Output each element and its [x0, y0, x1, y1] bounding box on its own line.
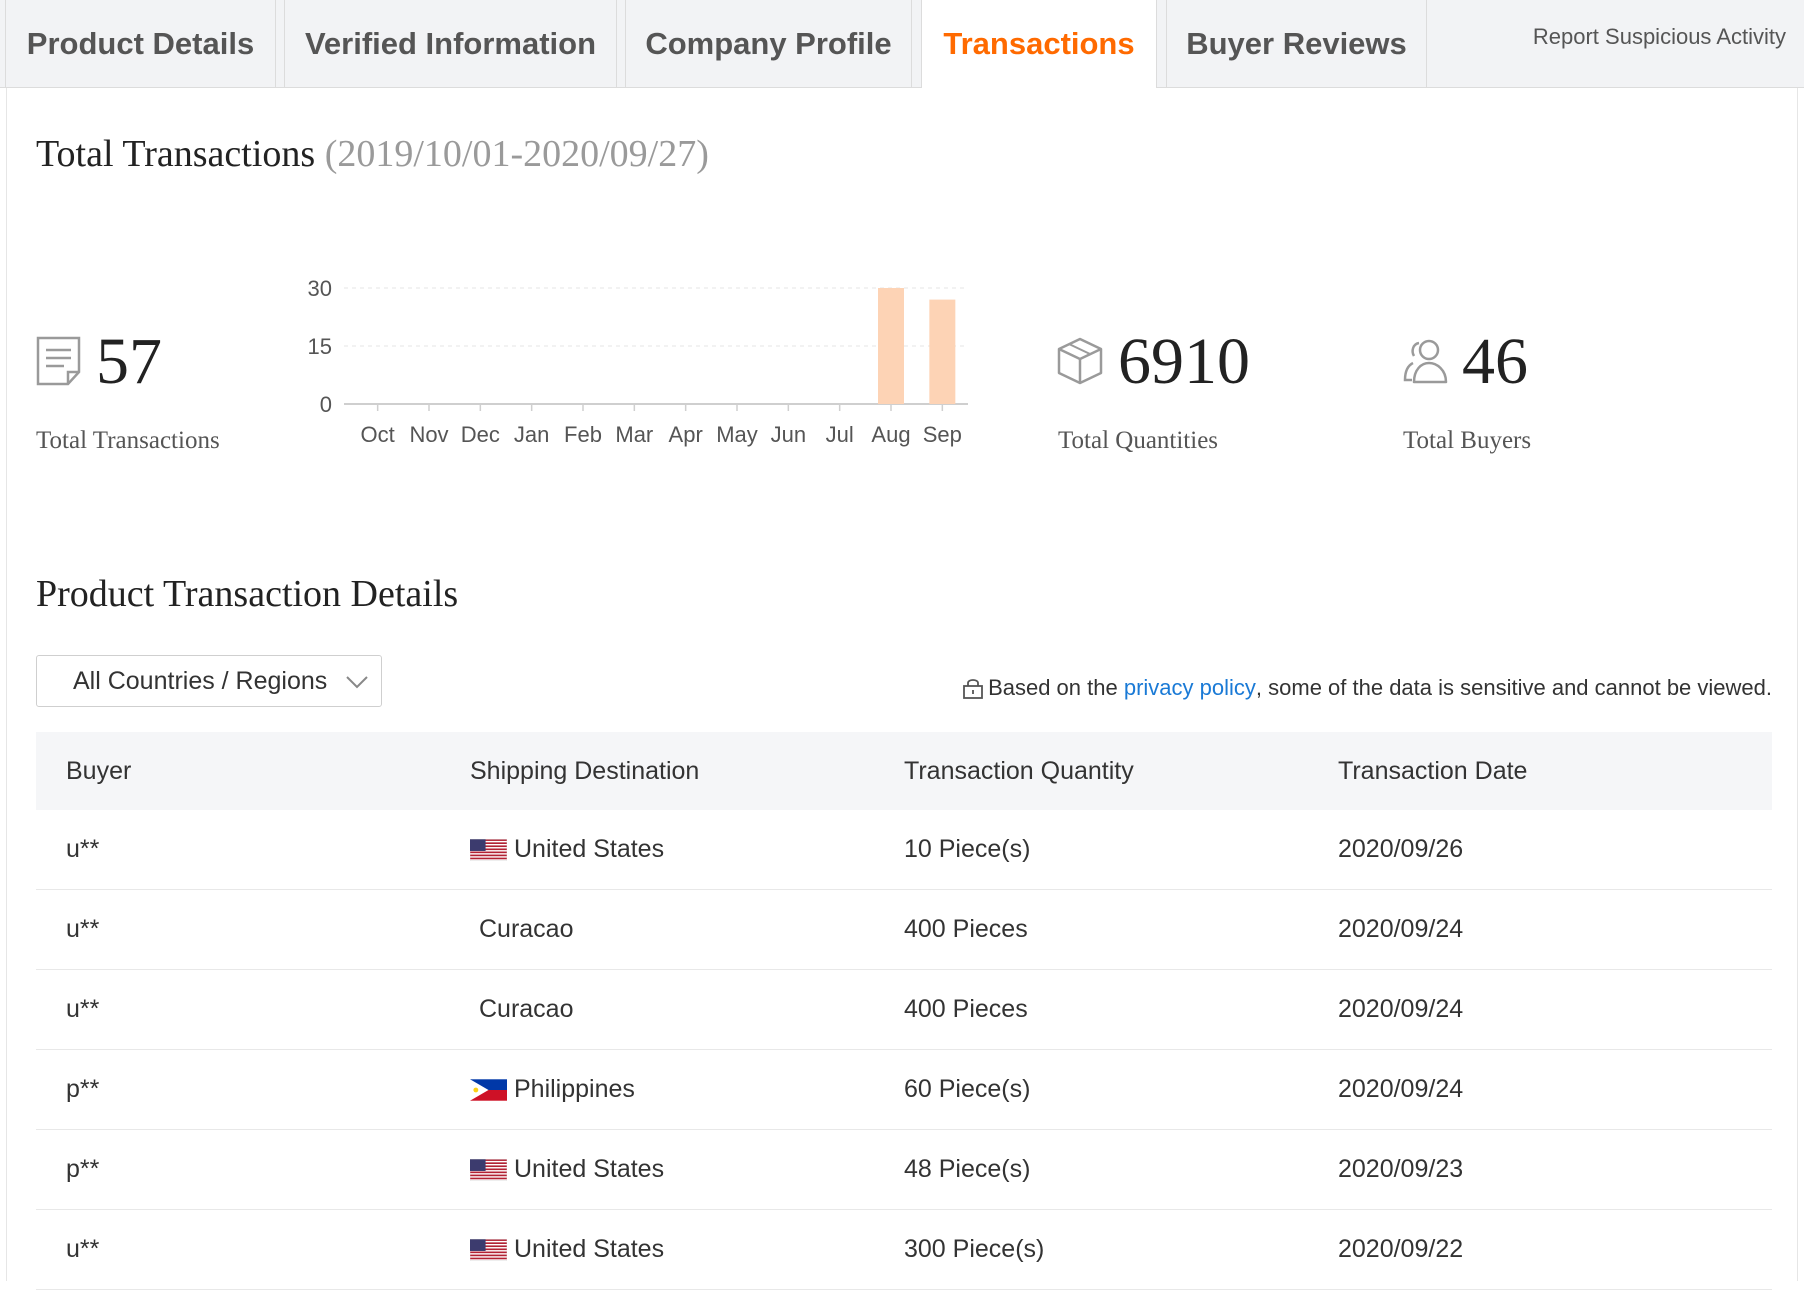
privacy-prefix: Based on the	[988, 675, 1118, 700]
country-region-filter[interactable]: All Countries / Regions	[36, 655, 382, 707]
table-header: Buyer Shipping Destination Transaction Q…	[36, 732, 1772, 810]
buyer-cell: u**	[66, 995, 100, 1023]
us-flag-icon	[470, 838, 507, 861]
chevron-down-icon	[346, 676, 368, 689]
buyer-cell: p**	[66, 1155, 100, 1183]
date-cell: 2020/09/24	[1338, 915, 1464, 943]
date-cell: 2020/09/23	[1338, 1155, 1464, 1183]
x-tick-label: Sep	[923, 422, 962, 447]
total-buyers-value: 46	[1462, 325, 1528, 398]
destination-cell: United States	[470, 1235, 904, 1264]
y-tick-label: 30	[308, 276, 332, 301]
total-transactions-value: 57	[96, 325, 162, 398]
y-tick-label: 0	[320, 392, 332, 417]
date-cell: 2020/09/24	[1338, 1075, 1464, 1103]
tab-transactions[interactable]: Transactions	[921, 0, 1157, 89]
quantity-cell: 10 Piece(s)	[904, 835, 1031, 863]
total-transactions-label: Total Transactions	[36, 427, 220, 454]
destination-text: Philippines	[514, 1075, 635, 1103]
destination-cell: United States	[470, 835, 904, 864]
bar-aug	[878, 288, 904, 404]
destination-cell: United States	[470, 1155, 904, 1184]
filter-label: All Countries / Regions	[73, 666, 328, 695]
table-row: u** United States 10 Piece(s) 2020/09/26	[36, 810, 1772, 890]
total-quantities-value: 6910	[1118, 325, 1250, 398]
quantity-cell: 400 Pieces	[904, 915, 1028, 943]
table-row: u** Curacao 400 Pieces 2020/09/24	[36, 890, 1772, 970]
destination-cell: Philippines	[470, 1075, 904, 1104]
y-tick-label: 15	[308, 334, 332, 359]
box-icon	[1057, 337, 1103, 385]
x-tick-label: Nov	[409, 422, 448, 447]
tab-product-details[interactable]: Product Details	[5, 0, 276, 88]
table-row: u** United States 300 Piece(s) 2020/09/22	[36, 1210, 1772, 1290]
document-icon	[36, 336, 81, 386]
table-row: u** Curacao 400 Pieces 2020/09/24	[36, 970, 1772, 1050]
quantity-cell: 400 Pieces	[904, 995, 1028, 1023]
report-suspicious-activity-link[interactable]: Report Suspicious Activity	[1533, 24, 1786, 50]
date-cell: 2020/09/22	[1338, 1235, 1464, 1263]
quantity-cell: 300 Piece(s)	[904, 1235, 1045, 1263]
users-icon	[1403, 339, 1448, 384]
x-tick-label: Feb	[564, 422, 602, 447]
destination-text: United States	[514, 835, 665, 863]
table-row: p** Philippines 60 Piece(s) 2020/09/24	[36, 1050, 1772, 1130]
summary-title-text: Total Transactions	[36, 133, 316, 175]
buyer-cell: u**	[66, 1235, 100, 1263]
summary-title: Total Transactions (2019/10/01-2020/09/2…	[36, 132, 709, 176]
total-quantities-label: Total Quantities	[1058, 427, 1219, 454]
total-buyers-label: Total Buyers	[1403, 427, 1532, 454]
table-row: p** United States 48 Piece(s) 2020/09/23	[36, 1130, 1772, 1210]
date-cell: 2020/09/24	[1338, 995, 1464, 1023]
destination-cell: Curacao	[470, 995, 904, 1024]
destination-text: Curacao	[479, 915, 574, 943]
us-flag-icon	[470, 1158, 507, 1181]
privacy-suffix: , some of the data is sensitive and cann…	[1255, 675, 1772, 700]
buyer-cell: u**	[66, 915, 100, 943]
x-tick-label: Oct	[361, 422, 395, 447]
tab-buyer-reviews[interactable]: Buyer Reviews	[1166, 0, 1427, 88]
tab-verified-information[interactable]: Verified Information	[284, 0, 617, 88]
x-tick-label: Mar	[615, 422, 653, 447]
destination-text: United States	[514, 1155, 665, 1183]
x-tick-label: Jan	[514, 422, 549, 447]
tab-bar: Product Details Verified Information Com…	[0, 0, 1804, 89]
monthly-transactions-chart: 0 15 30 Oct Nov Dec Jan Feb Mar Apr May Jun Jul Aug Se…	[308, 276, 968, 447]
us-flag-icon	[470, 1238, 507, 1261]
ph-flag-icon	[470, 1078, 507, 1101]
x-tick-label: Apr	[669, 422, 703, 447]
x-tick-label: Dec	[461, 422, 500, 447]
lock-icon	[963, 679, 983, 699]
transactions-table: Buyer Shipping Destination Transaction Q…	[36, 732, 1772, 1290]
quantity-cell: 60 Piece(s)	[904, 1075, 1031, 1103]
buyer-cell: u**	[66, 835, 100, 863]
quantity-cell: 48 Piece(s)	[904, 1155, 1031, 1183]
column-header-quantity: Transaction Quantity	[904, 756, 1134, 785]
x-tick-label: Aug	[871, 422, 910, 447]
destination-text: Curacao	[479, 995, 574, 1023]
x-tick-label: Jul	[826, 422, 854, 447]
privacy-notice: Based on the privacy policy, some of the…	[962, 675, 1772, 701]
details-title: Product Transaction Details	[36, 573, 459, 615]
tab-company-profile[interactable]: Company Profile	[625, 0, 912, 88]
column-header-destination: Shipping Destination	[470, 756, 700, 785]
bar-sep	[929, 299, 956, 404]
privacy-policy-link[interactable]: privacy policy	[1124, 675, 1256, 701]
x-tick-label: Jun	[771, 422, 806, 447]
summary-date-range: (2019/10/01-2020/09/27)	[324, 133, 709, 175]
column-header-buyer: Buyer	[66, 756, 132, 785]
destination-text: United States	[514, 1235, 665, 1263]
x-tick-label: May	[716, 422, 758, 447]
buyer-cell: p**	[66, 1075, 100, 1103]
column-header-date: Transaction Date	[1338, 756, 1528, 785]
date-cell: 2020/09/26	[1338, 835, 1464, 863]
table-body: u** United States 10 Piece(s) 2020/09/26 u**…	[36, 810, 1772, 1290]
destination-cell: Curacao	[470, 915, 904, 944]
